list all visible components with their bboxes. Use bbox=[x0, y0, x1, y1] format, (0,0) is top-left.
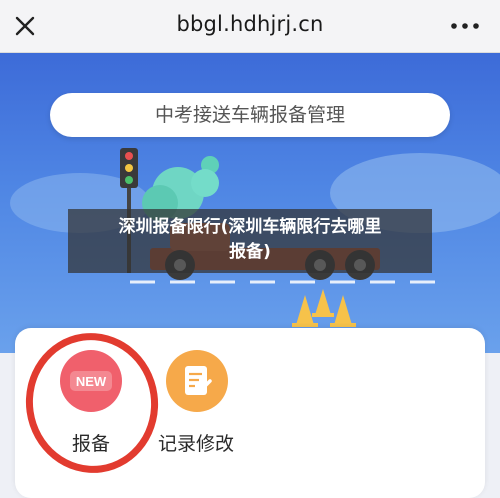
article-caption: 深圳报备限行(深圳车辆限行去哪里 报备) bbox=[68, 209, 432, 273]
document-edit-icon[interactable] bbox=[166, 350, 228, 412]
more-options-icon[interactable] bbox=[450, 22, 480, 30]
browser-toolbar: bbgl.hdhjrj.cn bbox=[0, 0, 500, 53]
caption-line-1: 深圳报备限行(深圳车辆限行去哪里 bbox=[118, 217, 382, 237]
page-title: 中考接送车辆报备管理 bbox=[50, 93, 450, 137]
caption-line-2: 报备) bbox=[229, 242, 271, 262]
edit-records-button[interactable]: 记录修改 bbox=[158, 429, 234, 456]
hero-banner: 中考接送车辆报备管理 bbox=[0, 53, 500, 353]
url-text[interactable]: bbgl.hdhjrj.cn bbox=[0, 12, 500, 36]
